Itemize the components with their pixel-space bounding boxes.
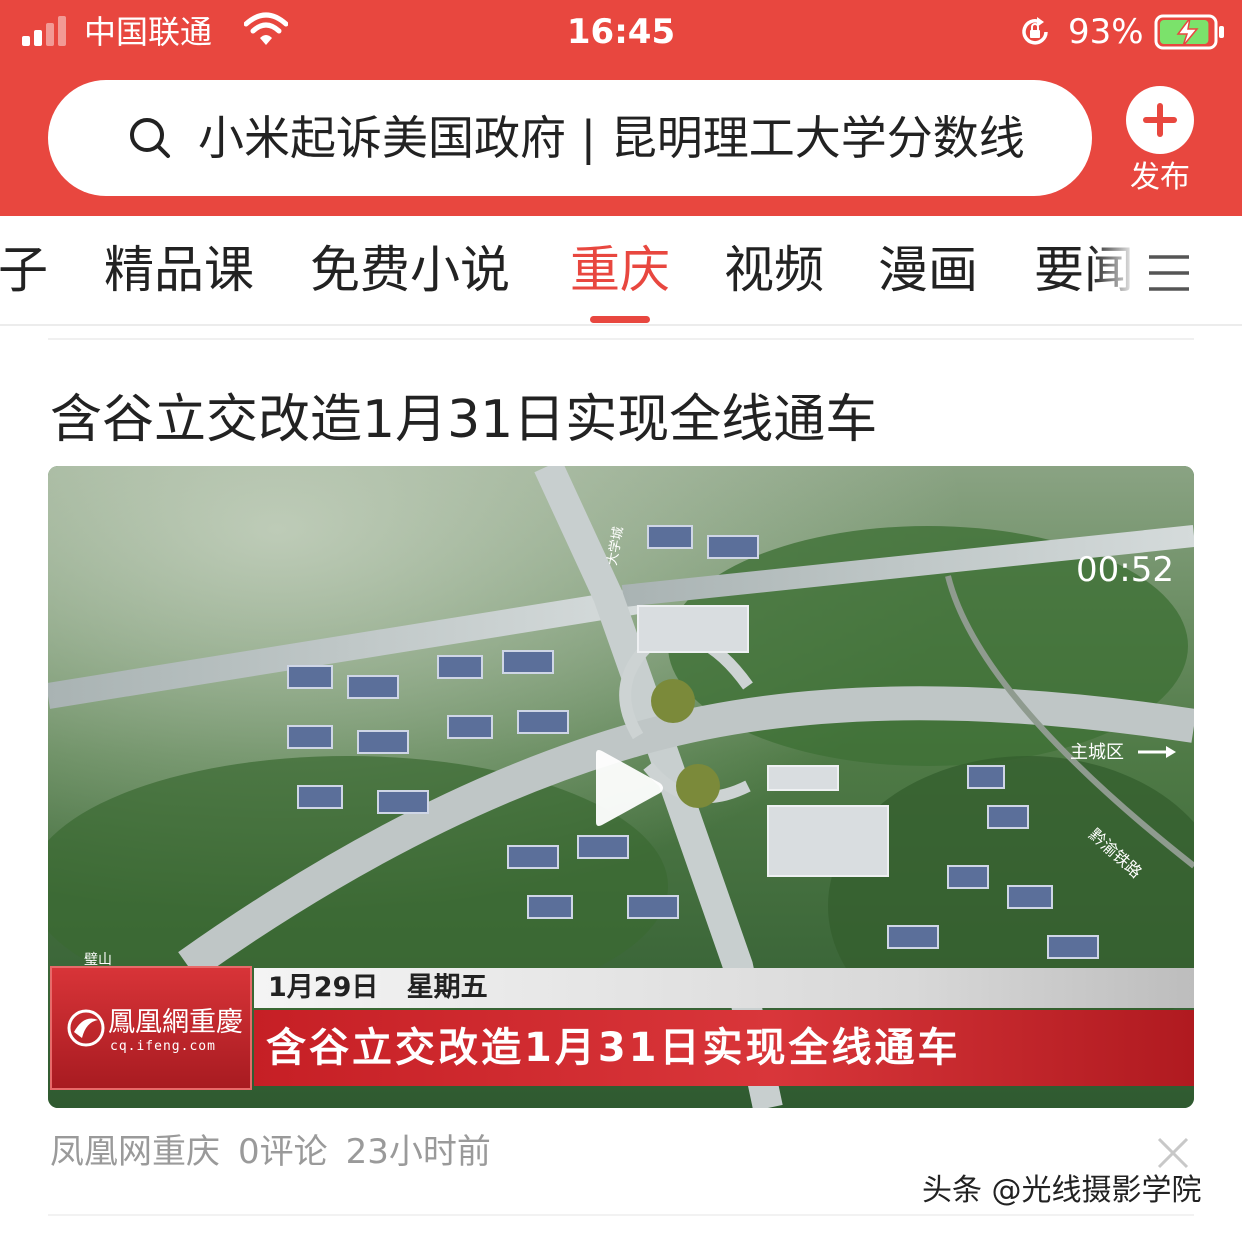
article-time: 23小时前 [345,1132,491,1172]
header: 中国联通 16:45 93% 小米起诉美国政府 | 昆明理工大学分数线 发布 [0,0,1242,216]
video-player[interactable]: 主城区 黔渝铁路 大学城 璧山 鳳凰網重慶 cq.ifeng.com 1月29日… [48,466,1194,1108]
search-bar[interactable]: 小米起诉美国政府 | 昆明理工大学分数线 [48,80,1092,196]
publish-label: 发布 [1130,160,1190,195]
tab-comics[interactable]: 漫画 [878,240,978,300]
video-caption: 含谷立交改造1月31日实现全线通车 [266,1025,961,1071]
channel-logo: 鳳凰網重慶 cq.ifeng.com [50,966,252,1090]
rotation-lock-icon [1022,17,1048,45]
map-label-main-city: 主城区 [1070,742,1124,763]
divider [48,338,1194,340]
search-icon [130,118,170,158]
channel-tabs: 子 精品课 免费小说 重庆 视频 漫画 要闻 [0,216,1242,326]
tab-video[interactable]: 视频 [724,240,824,300]
caption-bar: 含谷立交改造1月31日实现全线通车 [254,1010,1194,1086]
tab-premium-courses[interactable]: 精品课 [104,240,254,300]
channel-url: cq.ifeng.com [110,1039,216,1054]
watermark: 头条 @光线摄影学院 [922,1173,1202,1208]
battery-percent: 93% [1068,12,1144,52]
publish-button[interactable]: 发布 [1112,82,1208,202]
plus-icon [1143,103,1177,137]
menu-icon[interactable] [1148,252,1190,294]
clock: 16:45 [566,12,676,52]
battery-charging-icon [1154,14,1224,50]
tab-free-novels[interactable]: 免费小说 [310,240,510,300]
video-weekday: 星期五 [406,972,488,1003]
date-bar: 1月29日 星期五 [254,968,1194,1008]
active-tab-indicator [590,316,650,323]
article-comments[interactable]: 0评论 [238,1132,328,1172]
status-bar: 中国联通 16:45 93% [0,0,1242,66]
video-date: 1月29日 [268,972,379,1003]
dismiss-icon[interactable] [1156,1136,1190,1170]
video-duration: 00:52 [1076,550,1174,590]
article-source[interactable]: 凤凰网重庆 [50,1132,220,1172]
article-title[interactable]: 含谷立交改造1月31日实现全线通车 [50,388,877,452]
tab-zi[interactable]: 子 [0,240,48,300]
phoenix-logo-icon [67,1009,105,1047]
search-query[interactable]: 小米起诉美国政府 | 昆明理工大学分数线 [198,108,1025,168]
play-icon[interactable] [586,748,666,828]
tab-chongqing[interactable]: 重庆 [570,240,670,300]
news-lower-third: 鳳凰網重慶 cq.ifeng.com 1月29日 星期五 含谷立交改造1月31日… [48,966,1194,1108]
article-meta: 凤凰网重庆 0评论 23小时前 [50,1128,509,1176]
divider [48,1214,1194,1216]
channel-name: 鳳凰網重慶 [108,1007,243,1038]
